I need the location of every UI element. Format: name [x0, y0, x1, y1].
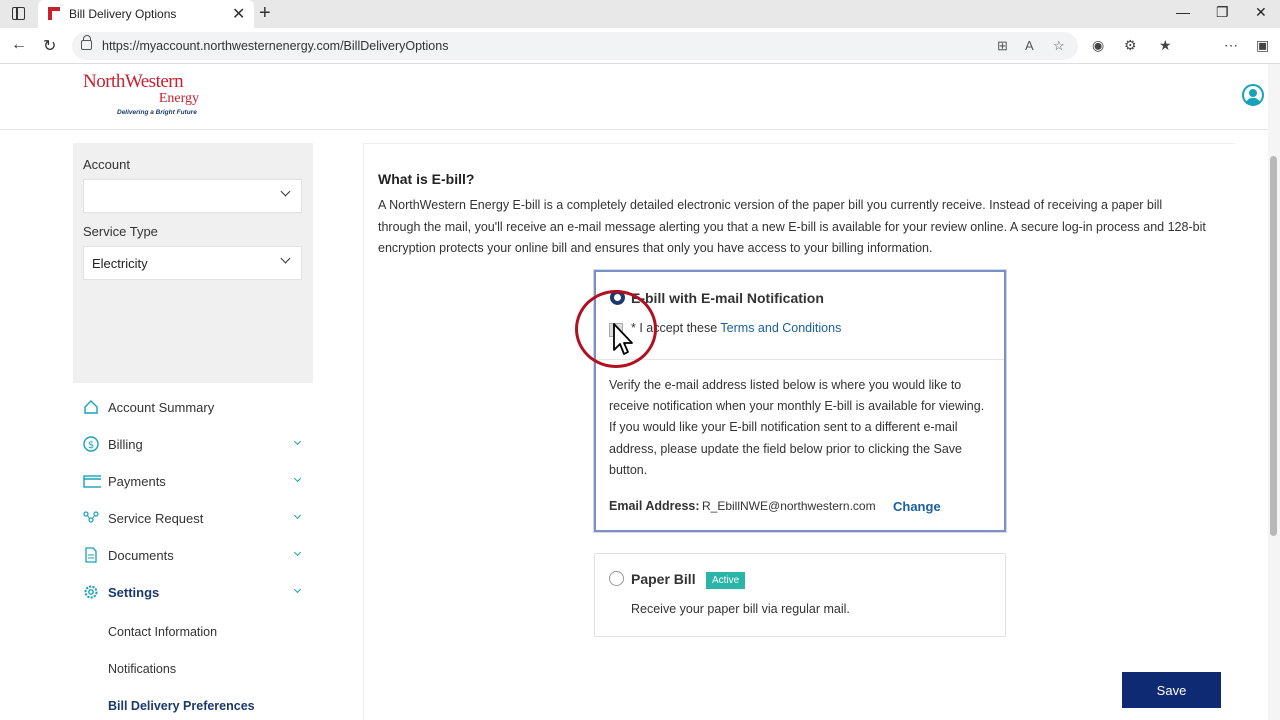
site-header: NorthWestern Energy Delivering a Bright … [0, 64, 1280, 130]
paper-bill-description: Receive your paper bill via regular mail… [631, 602, 850, 616]
back-icon[interactable]: ← [11, 36, 27, 54]
northwestern-logo[interactable]: NorthWestern Energy Delivering a Bright … [83, 72, 207, 122]
ebill-option-card[interactable]: E-bill with E-mail Notification * I acce… [594, 270, 1006, 532]
save-button[interactable]: Save [1122, 672, 1221, 708]
terms-label: * I accept these Terms and Conditions [631, 321, 841, 335]
close-window-icon[interactable]: ✕ [1255, 4, 1267, 21]
account-select[interactable] [83, 179, 302, 213]
url-field[interactable]: https://myaccount.northwesternenergy.com… [72, 32, 1078, 60]
sidebar-subitem-contact-information[interactable]: Contact Information [108, 625, 217, 639]
sidebar-item-payments[interactable]: Payments [80, 468, 310, 496]
url-text: https://myaccount.northwesternenergy.com… [102, 39, 449, 53]
home-icon [84, 400, 98, 414]
sidebar-item-label: Payments [108, 474, 166, 489]
chevron-down-icon [293, 548, 302, 557]
sidebar-item-settings[interactable]: Settings [80, 579, 310, 607]
logo-tagline: Delivering a Bright Future [117, 109, 197, 116]
gear-icon [84, 585, 98, 599]
paper-bill-option-card[interactable]: Paper Bill Active Receive your paper bil… [594, 553, 1006, 637]
chevron-down-icon [280, 253, 291, 264]
paper-bill-title: Paper Bill [631, 571, 696, 587]
dollar-icon: $ [83, 436, 99, 452]
sidebar-item-documents[interactable]: Documents [80, 542, 310, 570]
service-type-select[interactable]: Electricity [83, 246, 302, 280]
sidebar-subitem-notifications[interactable]: Notifications [108, 662, 176, 676]
maximize-icon[interactable]: ❐ [1216, 4, 1229, 21]
account-selector-panel: Account Service Type Electricity [73, 143, 313, 383]
logo-line1: NorthWestern [83, 71, 184, 92]
status-badge: Active [706, 572, 746, 589]
tab-title: Bill Delivery Options [69, 7, 177, 21]
window-menu-icon[interactable] [12, 7, 25, 20]
new-tab-icon[interactable]: + [259, 2, 271, 25]
terms-and-conditions-link[interactable]: Terms and Conditions [720, 321, 841, 335]
sidebar-toggle-icon[interactable]: ▣ [1256, 37, 1269, 54]
sidebar-item-label: Service Request [108, 511, 204, 526]
sidebar-item-label: Billing [108, 437, 143, 452]
user-profile-icon[interactable] [1242, 84, 1264, 106]
sidebar-item-label: Settings [108, 585, 160, 600]
sidebar-item-account-summary[interactable]: Account Summary [80, 394, 310, 422]
sidebar-item-billing[interactable]: $ Billing [80, 431, 310, 459]
service-type-label: Service Type [83, 224, 158, 239]
change-email-link[interactable]: Change [893, 499, 941, 514]
scrollbar-thumb[interactable] [1270, 156, 1277, 536]
site-favicon-icon [48, 7, 60, 20]
verify-email-text: Verify the e-mail address listed below i… [609, 378, 985, 477]
page-title: What is E-bill? [378, 171, 475, 187]
chevron-down-icon [280, 186, 291, 197]
refresh-icon[interactable]: ↻ [43, 36, 56, 56]
mouse-cursor-icon [613, 323, 633, 355]
sidebar-item-service-request[interactable]: Service Request [80, 505, 310, 533]
favorite-star-icon[interactable]: ☆ [1053, 38, 1065, 54]
sidebar-item-label: Account Summary [108, 400, 215, 415]
sidebar-subitem-bill-delivery-preferences[interactable]: Bill Delivery Preferences [108, 699, 255, 713]
ebill-description: A NorthWestern Energy E-bill is a comple… [378, 198, 1206, 255]
main-content: What is E-bill? A NorthWestern Energy E-… [363, 143, 1235, 720]
browser-tab[interactable]: Bill Delivery Options ✕ [38, 0, 254, 28]
email-address-value: R_EbillNWE@northwestern.com [702, 499, 876, 513]
sidebar-item-label: Documents [108, 548, 174, 563]
divider [596, 359, 1004, 360]
minimize-icon[interactable]: — [1176, 4, 1190, 20]
grid-icon[interactable]: ⊞ [997, 38, 1008, 54]
extensions-icon[interactable]: ⚙ [1124, 37, 1137, 54]
browser-tab-bar: Bill Delivery Options ✕ + — ❐ ✕ [0, 0, 1280, 28]
read-aloud-icon[interactable]: A [1025, 38, 1034, 53]
favorites-icon[interactable]: ★ [1159, 37, 1172, 54]
card-icon [83, 475, 101, 488]
lock-icon [81, 35, 92, 50]
chevron-down-icon [293, 474, 302, 483]
logo-line2: Energy [158, 91, 199, 106]
address-bar-row: ← ↻ https://myaccount.northwesternenergy… [0, 28, 1280, 64]
document-icon [85, 547, 97, 563]
paper-bill-radio[interactable] [609, 571, 624, 586]
chevron-down-icon [293, 437, 302, 446]
password-manager-icon[interactable]: ◉ [1092, 37, 1104, 54]
chevron-down-icon [293, 585, 302, 594]
chevron-down-icon [293, 511, 302, 520]
account-label: Account [83, 157, 130, 172]
more-options-icon[interactable]: ⋯ [1224, 37, 1238, 54]
network-icon [83, 511, 99, 523]
tab-close-icon[interactable]: ✕ [232, 4, 245, 24]
page-scrollbar[interactable] [1268, 64, 1280, 720]
service-type-value: Electricity [92, 256, 148, 271]
email-address-label: Email Address: [609, 499, 700, 513]
ebill-option-title: E-bill with E-mail Notification [631, 290, 824, 306]
svg-text:$: $ [88, 440, 94, 451]
